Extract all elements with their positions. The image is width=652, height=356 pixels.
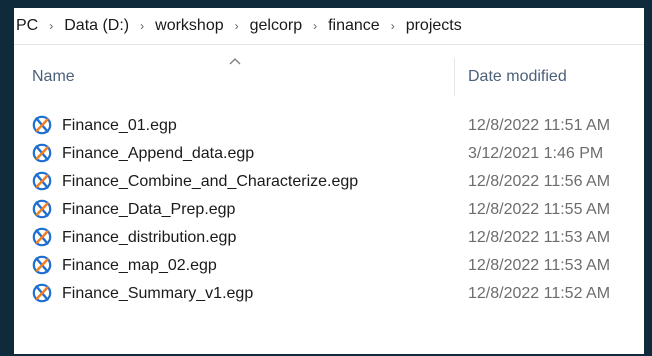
file-name: Finance_Summary_v1.egp [62, 285, 254, 302]
sas-eg-project-icon [32, 199, 52, 219]
file-date-modified: 12/8/2022 11:51 AM [468, 117, 611, 134]
file-date-modified: 12/8/2022 11:53 AM [468, 229, 611, 246]
chevron-right-icon[interactable]: › [131, 19, 153, 33]
file-list: Finance_01.egp 12/8/2022 11:51 AM Financ… [14, 112, 644, 308]
file-name: Finance_Combine_and_Characterize.egp [62, 173, 359, 190]
file-row[interactable]: Finance_Data_Prep.egp 12/8/2022 11:55 AM [14, 196, 644, 224]
file-row[interactable]: Finance_01.egp 12/8/2022 11:51 AM [14, 112, 644, 140]
sas-eg-project-icon [32, 171, 52, 191]
breadcrumb[interactable]: PC › Data (D:) › workshop › gelcorp › fi… [14, 8, 644, 45]
file-name: Finance_distribution.egp [62, 229, 237, 246]
breadcrumb-item-pc[interactable]: PC [14, 17, 40, 35]
sas-eg-project-icon [32, 255, 52, 275]
chevron-right-icon[interactable]: › [226, 19, 248, 33]
sas-eg-project-icon [32, 143, 52, 163]
desktop-background: PC › Data (D:) › workshop › gelcorp › fi… [0, 0, 652, 356]
breadcrumb-item-finance[interactable]: finance [326, 17, 382, 35]
file-name: Finance_Append_data.egp [62, 145, 255, 162]
sas-eg-project-icon [32, 115, 52, 135]
file-row[interactable]: Finance_Append_data.egp 3/12/2021 1:46 P… [14, 140, 644, 168]
file-date-modified: 12/8/2022 11:52 AM [468, 285, 611, 302]
file-date-modified: 12/8/2022 11:53 AM [468, 257, 611, 274]
chevron-right-icon[interactable]: › [382, 19, 404, 33]
breadcrumb-item-workshop[interactable]: workshop [153, 17, 225, 35]
breadcrumb-item-projects[interactable]: projects [404, 17, 464, 35]
file-row[interactable]: Finance_Summary_v1.egp 12/8/2022 11:52 A… [14, 280, 644, 308]
sort-ascending-icon[interactable] [228, 56, 242, 66]
file-row[interactable]: Finance_Combine_and_Characterize.egp 12/… [14, 168, 644, 196]
file-explorer-window: PC › Data (D:) › workshop › gelcorp › fi… [14, 8, 644, 354]
column-header-name[interactable]: Name [32, 68, 75, 86]
file-date-modified: 12/8/2022 11:56 AM [468, 173, 611, 190]
file-name: Finance_Data_Prep.egp [62, 201, 236, 218]
chevron-right-icon[interactable]: › [40, 19, 62, 33]
file-date-modified: 3/12/2021 1:46 PM [468, 145, 604, 162]
column-header-date-modified[interactable]: Date modified [468, 68, 567, 86]
sas-eg-project-icon [32, 227, 52, 247]
file-date-modified: 12/8/2022 11:55 AM [468, 201, 611, 218]
file-name: Finance_01.egp [62, 117, 177, 134]
file-name: Finance_map_02.egp [62, 257, 217, 274]
breadcrumb-item-data-drive[interactable]: Data (D:) [62, 17, 131, 35]
breadcrumb-item-gelcorp[interactable]: gelcorp [248, 17, 304, 35]
chevron-right-icon[interactable]: › [304, 19, 326, 33]
column-divider[interactable] [454, 58, 455, 96]
file-row[interactable]: Finance_map_02.egp 12/8/2022 11:53 AM [14, 252, 644, 280]
column-header-bar: Name Date modified [14, 52, 644, 98]
sas-eg-project-icon [32, 283, 52, 303]
file-row[interactable]: Finance_distribution.egp 12/8/2022 11:53… [14, 224, 644, 252]
